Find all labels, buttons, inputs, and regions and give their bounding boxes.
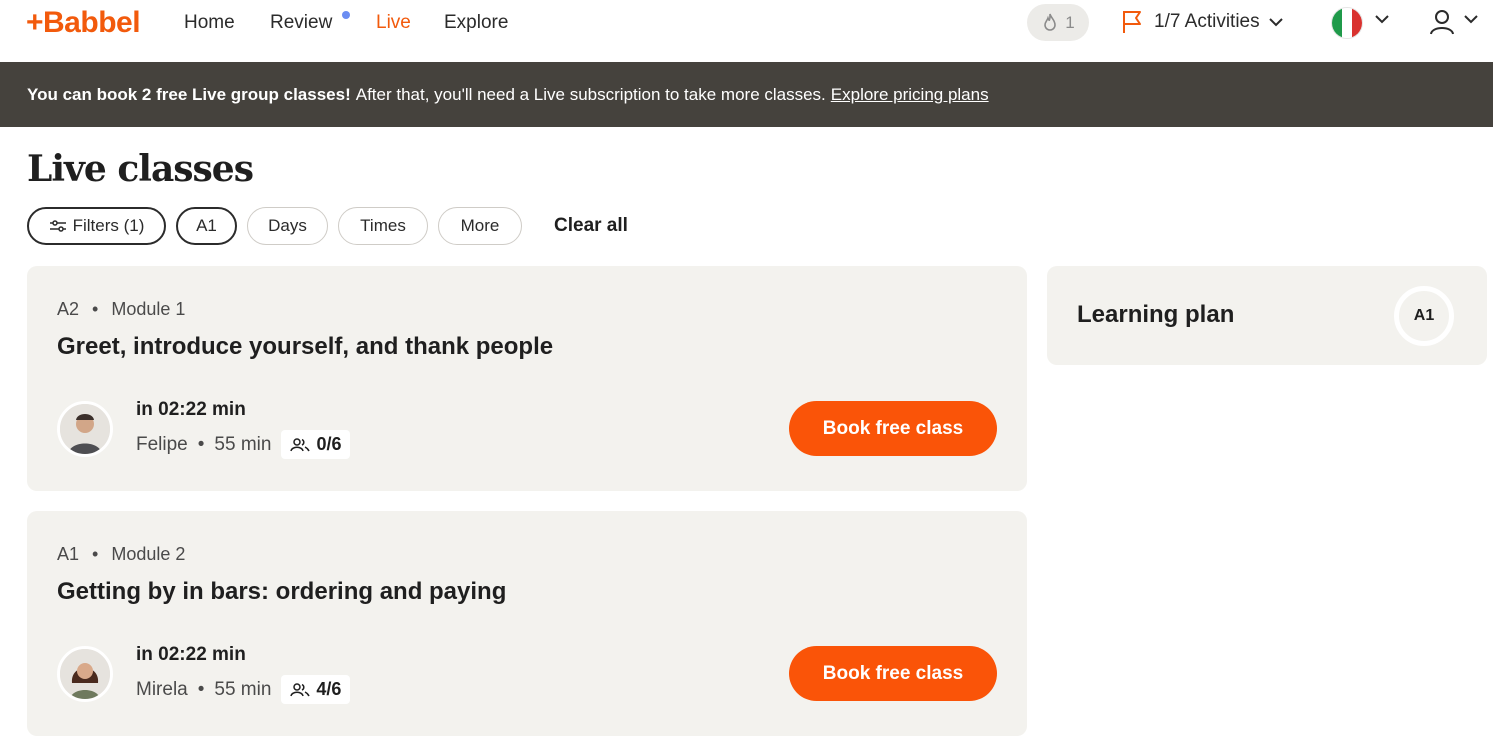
- banner-bold-text: You can book 2 free Live group classes!: [27, 84, 351, 104]
- class-title: Getting by in bars: ordering and paying: [57, 578, 507, 605]
- free-classes-banner: You can book 2 free Live group classes! …: [0, 62, 1493, 127]
- class-meta: A2 • Module 1: [57, 299, 186, 319]
- class-duration: 55 min: [214, 678, 272, 700]
- class-start-time: in 02:22 min: [136, 644, 246, 665]
- explore-pricing-link[interactable]: Explore pricing plans: [831, 85, 989, 105]
- people-icon: [290, 437, 311, 451]
- seats-count: 4/6: [316, 679, 342, 699]
- babbel-logo[interactable]: +Babbel: [26, 6, 141, 40]
- learning-plan-level-badge: A1: [1394, 286, 1454, 346]
- filters-button[interactable]: Filters (1): [27, 207, 166, 245]
- seats-badge: 0/6: [281, 430, 351, 459]
- class-module: Module 2: [111, 544, 186, 564]
- teacher-avatar: [57, 646, 113, 702]
- teacher-name: Felipe: [136, 433, 188, 455]
- class-level: A2: [57, 299, 80, 319]
- filter-chip-level[interactable]: A1: [176, 207, 237, 245]
- book-free-class-button[interactable]: Book free class: [789, 401, 997, 456]
- user-icon[interactable]: [1428, 8, 1456, 36]
- flag-icon: [1123, 11, 1141, 33]
- chevron-down-icon[interactable]: [1463, 14, 1479, 24]
- seats-count: 0/6: [316, 434, 342, 454]
- learning-plan-title: Learning plan: [1077, 301, 1235, 328]
- filter-chip-more[interactable]: More: [438, 207, 522, 245]
- people-icon: [290, 682, 311, 696]
- top-nav: +Babbel Home Review Live Explore 1 1/7 A…: [0, 0, 1493, 62]
- streak-counter[interactable]: 1: [1027, 4, 1089, 41]
- nav-explore[interactable]: Explore: [444, 12, 508, 34]
- class-card: A2 • Module 1 Greet, introduce yourself,…: [27, 266, 1027, 491]
- page-title: Live classes: [27, 148, 254, 190]
- chevron-down-icon[interactable]: [1374, 14, 1390, 24]
- seats-badge: 4/6: [281, 675, 351, 704]
- class-teacher-line: Felipe • 55 min 0/6: [136, 430, 351, 459]
- clear-all-button[interactable]: Clear all: [554, 215, 628, 237]
- filter-chip-times[interactable]: Times: [338, 207, 428, 245]
- banner-text: After that, you'll need a Live subscript…: [355, 84, 826, 104]
- teacher-name: Mirela: [136, 678, 188, 700]
- streak-count: 1: [1065, 12, 1075, 32]
- review-notification-dot: [342, 11, 350, 19]
- class-duration: 55 min: [214, 433, 272, 455]
- book-free-class-button[interactable]: Book free class: [789, 646, 997, 701]
- filter-chip-days[interactable]: Days: [247, 207, 328, 245]
- activities-label: 1/7 Activities: [1154, 11, 1260, 32]
- class-meta: A1 • Module 2: [57, 544, 186, 564]
- class-module: Module 1: [111, 299, 186, 319]
- nav-review[interactable]: Review: [270, 12, 332, 34]
- learning-plan-card[interactable]: Learning plan A1: [1047, 266, 1487, 365]
- chevron-down-icon: [1268, 18, 1283, 27]
- class-title: Greet, introduce yourself, and thank peo…: [57, 333, 554, 360]
- class-start-time: in 02:22 min: [136, 399, 246, 420]
- flame-icon: [1044, 13, 1057, 31]
- class-teacher-line: Mirela • 55 min 4/6: [136, 675, 351, 704]
- class-level: A1: [57, 544, 80, 564]
- sliders-icon: [49, 220, 66, 232]
- teacher-avatar: [57, 401, 113, 457]
- filters-label: Filters (1): [72, 216, 145, 235]
- nav-live[interactable]: Live: [376, 12, 411, 34]
- italy-flag-icon[interactable]: [1331, 7, 1363, 39]
- nav-home[interactable]: Home: [184, 12, 235, 34]
- activities-dropdown[interactable]: 1/7 Activities: [1120, 8, 1284, 36]
- class-card: A1 • Module 2 Getting by in bars: orderi…: [27, 511, 1027, 736]
